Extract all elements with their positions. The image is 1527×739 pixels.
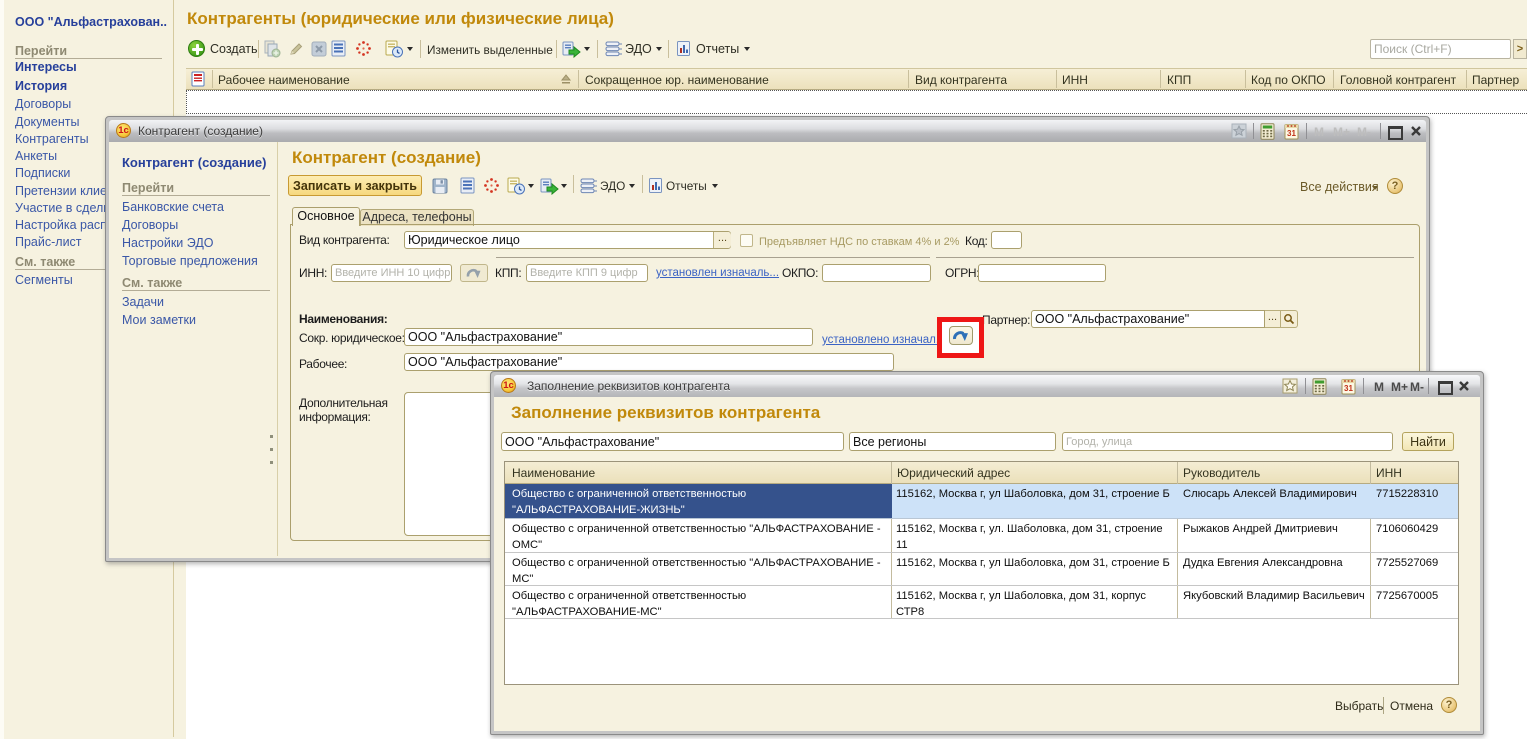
svg-text:31: 31 (1344, 384, 1353, 393)
svg-text:31: 31 (1287, 129, 1296, 138)
